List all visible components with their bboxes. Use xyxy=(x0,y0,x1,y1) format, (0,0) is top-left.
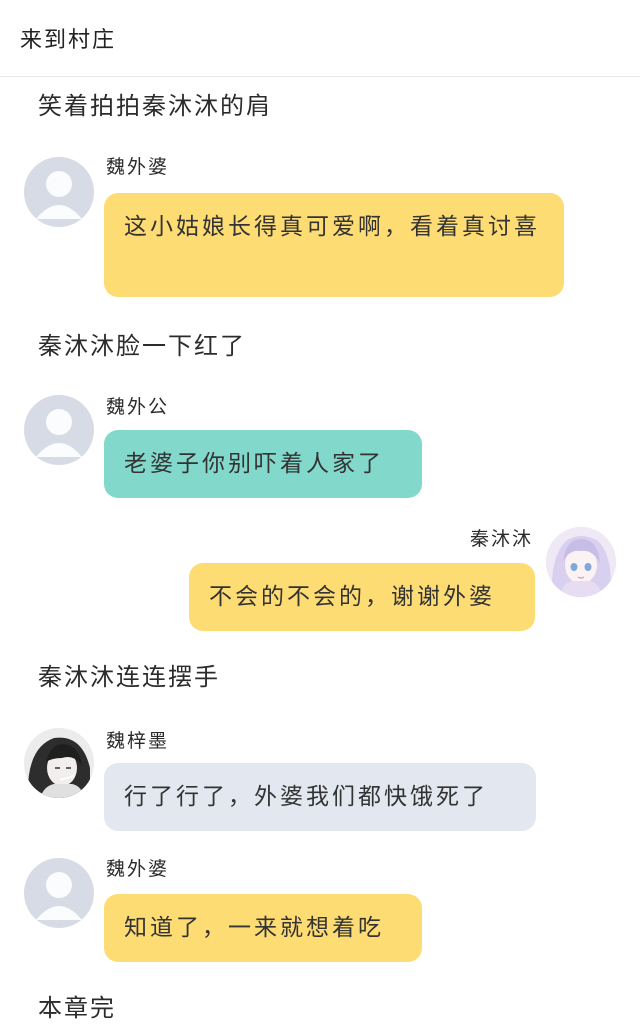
chat-bubble: 老婆子你别吓着人家了 xyxy=(104,430,422,498)
chat-bubble: 知道了，一来就想着吃 xyxy=(104,894,422,962)
chat-bubble: 不会的不会的，谢谢外婆 xyxy=(189,563,535,631)
narration-line: 本章完 xyxy=(38,994,116,1022)
speaker-name: 魏梓墨 xyxy=(106,730,170,752)
top-bar: 来到村庄 xyxy=(0,0,640,77)
speaker-name: 魏外婆 xyxy=(106,156,170,178)
narration-line: 笑着拍拍秦沐沐的肩 xyxy=(38,92,272,120)
default-avatar-icon[interactable] xyxy=(24,157,94,227)
anime-boy-avatar[interactable] xyxy=(24,728,94,798)
chat-story-screen: 来到村庄 笑着拍拍秦沐沐的肩 魏外婆 这小姑娘长得真可爱啊，看着真讨喜 秦沐沐脸… xyxy=(0,0,640,1030)
chat-bubble: 这小姑娘长得真可爱啊，看着真讨喜 xyxy=(104,193,564,297)
speaker-name: 魏外公 xyxy=(106,396,170,418)
default-avatar-icon[interactable] xyxy=(24,395,94,465)
speaker-name: 魏外婆 xyxy=(106,858,170,880)
narration-line: 秦沐沐连连摆手 xyxy=(38,663,220,691)
anime-girl-avatar[interactable] xyxy=(546,527,616,597)
default-avatar-icon[interactable] xyxy=(24,858,94,928)
speaker-name: 秦沐沐 xyxy=(470,528,534,550)
chat-bubble: 行了行了，外婆我们都快饿死了 xyxy=(104,763,536,831)
narration-line: 秦沐沐脸一下红了 xyxy=(38,332,246,360)
page-title: 来到村庄 xyxy=(20,28,117,53)
